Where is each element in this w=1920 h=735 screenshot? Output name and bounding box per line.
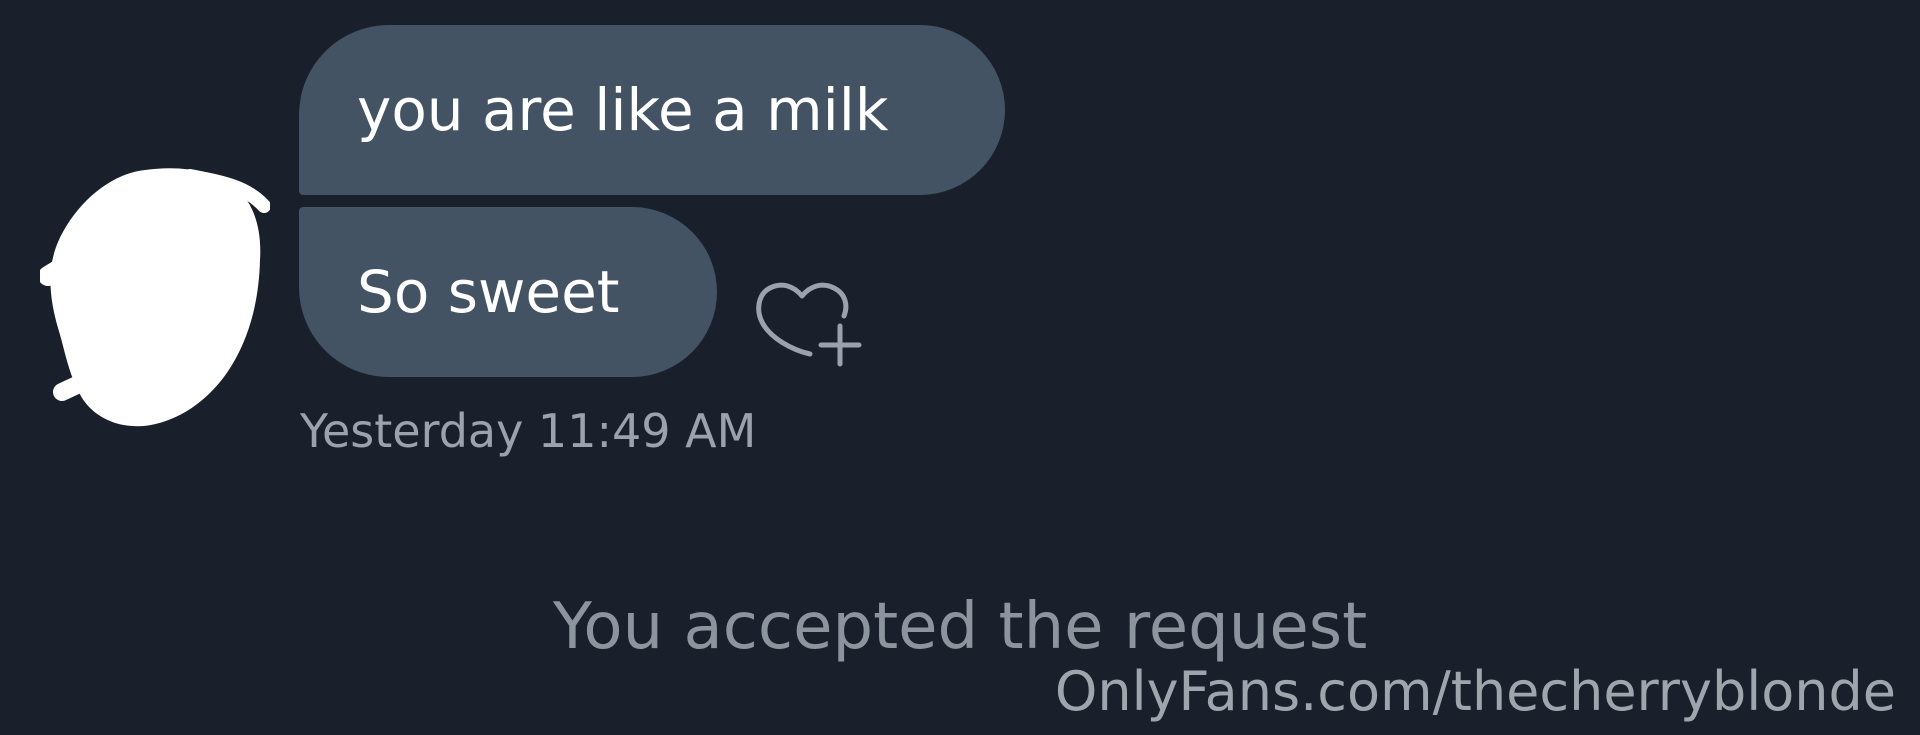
- heart-plus-icon: [756, 282, 862, 367]
- message-bubble[interactable]: So sweet: [299, 207, 717, 377]
- message-timestamp: Yesterday 11:49 AM: [300, 404, 757, 458]
- message-text: you are like a milk: [357, 76, 889, 144]
- like-button[interactable]: [756, 278, 866, 370]
- redacted-avatar-scribble: [38, 168, 271, 427]
- message-text: So sweet: [357, 258, 620, 326]
- watermark: OnlyFans.com/thecherryblonde: [1054, 660, 1896, 723]
- avatar[interactable]: [38, 160, 271, 430]
- message-bubble[interactable]: you are like a milk: [299, 25, 1005, 195]
- system-message: You accepted the request: [552, 590, 1368, 664]
